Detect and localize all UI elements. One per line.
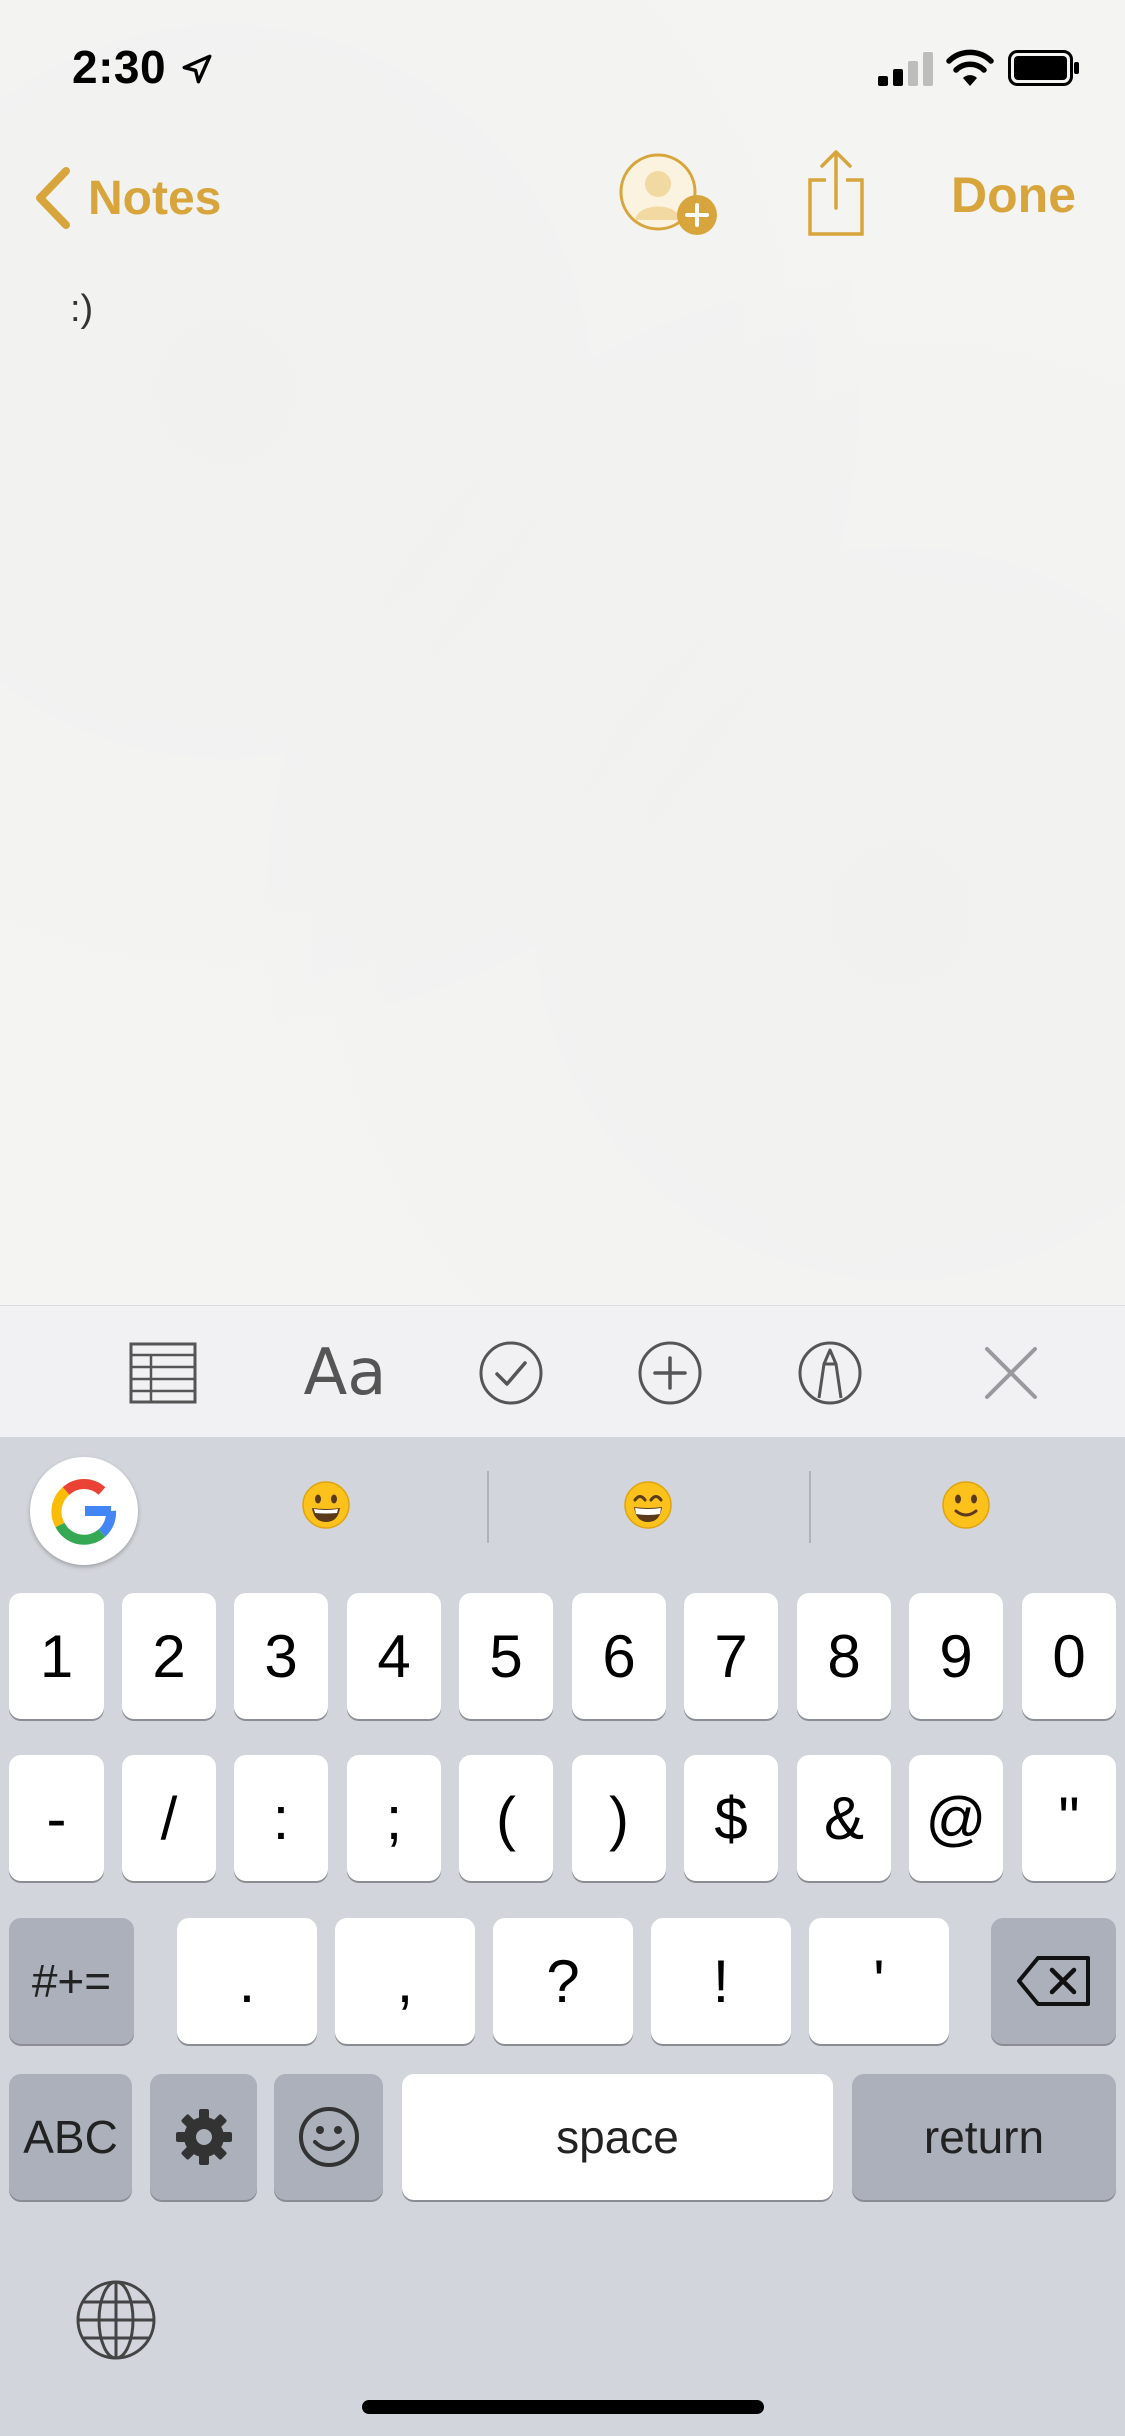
suggestion-bar	[0, 1437, 1125, 1577]
return-key[interactable]: return	[852, 2074, 1116, 2200]
key-3[interactable]: 3	[234, 1593, 328, 1719]
grinning-face-emoji	[302, 1481, 350, 1529]
space-key[interactable]: space	[402, 2074, 833, 2200]
google-g-icon	[51, 1479, 117, 1545]
format-toolbar: Aa	[0, 1305, 1125, 1438]
key-4[interactable]: 4	[347, 1593, 441, 1719]
key-1[interactable]: 1	[9, 1593, 104, 1719]
key-6[interactable]: 6	[572, 1593, 666, 1719]
checkmark-circle-icon	[479, 1341, 543, 1405]
key-semicolon[interactable]: ;	[347, 1755, 441, 1881]
delete-backspace-icon	[1016, 1956, 1090, 2006]
beaming-face-emoji	[624, 1481, 672, 1529]
battery-icon	[1008, 50, 1079, 86]
symbols-shift-key[interactable]: #+=	[9, 1918, 134, 2044]
table-icon	[129, 1342, 197, 1404]
plus-circle-icon	[638, 1341, 702, 1405]
key-at[interactable]: @	[909, 1755, 1003, 1881]
suggestion-beaming-face[interactable]	[488, 1465, 808, 1545]
share-icon[interactable]	[806, 148, 866, 238]
markup-button[interactable]	[791, 1334, 869, 1412]
key-quote[interactable]: "	[1022, 1755, 1116, 1881]
pen-circle-icon	[798, 1341, 862, 1405]
close-icon	[985, 1347, 1037, 1399]
gear-icon	[175, 2109, 232, 2165]
key-close-paren[interactable]: )	[572, 1755, 666, 1881]
done-button[interactable]: Done	[951, 166, 1076, 224]
emoji-key[interactable]	[274, 2074, 383, 2200]
key-7[interactable]: 7	[684, 1593, 778, 1719]
text-style-label: Aa	[303, 1336, 387, 1410]
key-apostrophe[interactable]: '	[809, 1918, 949, 2044]
google-logo-button[interactable]	[30, 1457, 138, 1565]
key-exclamation[interactable]: !	[651, 1918, 791, 2044]
checklist-button[interactable]	[472, 1334, 550, 1412]
location-arrow-icon	[182, 54, 212, 84]
key-period[interactable]: .	[177, 1918, 317, 2044]
key-open-paren[interactable]: (	[459, 1755, 553, 1881]
key-8[interactable]: 8	[797, 1593, 891, 1719]
slightly-smiling-face-emoji	[942, 1481, 990, 1529]
settings-key[interactable]	[150, 2074, 257, 2200]
back-button-label: Notes	[88, 171, 222, 225]
status-bar: 2:30	[0, 0, 1125, 135]
key-hyphen[interactable]: -	[9, 1755, 104, 1881]
table-button[interactable]	[124, 1334, 202, 1412]
globe-icon[interactable]	[74, 2278, 158, 2362]
insert-button[interactable]	[631, 1334, 709, 1412]
abc-key[interactable]: ABC	[9, 2074, 132, 2200]
key-comma[interactable]: ,	[335, 1918, 475, 2044]
add-person-icon[interactable]	[618, 152, 724, 242]
text-style-button[interactable]: Aa	[300, 1334, 390, 1412]
key-ampersand[interactable]: &	[797, 1755, 891, 1881]
keyboard: 1 2 3 4 5 6 7 8 9 0 - / : ; ( ) $ & @ " …	[0, 1437, 1125, 2436]
key-9[interactable]: 9	[909, 1593, 1003, 1719]
delete-key[interactable]	[991, 1918, 1116, 2044]
wifi-icon	[946, 49, 994, 86]
back-button[interactable]: Notes	[30, 160, 221, 236]
chevron-left-icon	[36, 167, 70, 229]
signal-icon	[878, 52, 933, 86]
home-indicator[interactable]	[362, 2400, 764, 2414]
smiley-icon	[298, 2107, 359, 2167]
key-slash[interactable]: /	[122, 1755, 216, 1881]
close-toolbar-button[interactable]	[972, 1334, 1050, 1412]
key-colon[interactable]: :	[234, 1755, 328, 1881]
key-5[interactable]: 5	[459, 1593, 553, 1719]
note-area[interactable]: 2:30 Notes Done:)	[0, 0, 1125, 1305]
key-2[interactable]: 2	[122, 1593, 216, 1719]
key-0[interactable]: 0	[1022, 1593, 1116, 1719]
key-dollar[interactable]: $	[684, 1755, 778, 1881]
suggestion-slightly-smiling-face[interactable]	[806, 1465, 1125, 1545]
suggestion-grinning-face[interactable]	[166, 1465, 486, 1545]
status-time: 2:30	[72, 41, 167, 93]
note-body-text[interactable]: :)	[70, 288, 93, 331]
key-question[interactable]: ?	[493, 1918, 633, 2044]
